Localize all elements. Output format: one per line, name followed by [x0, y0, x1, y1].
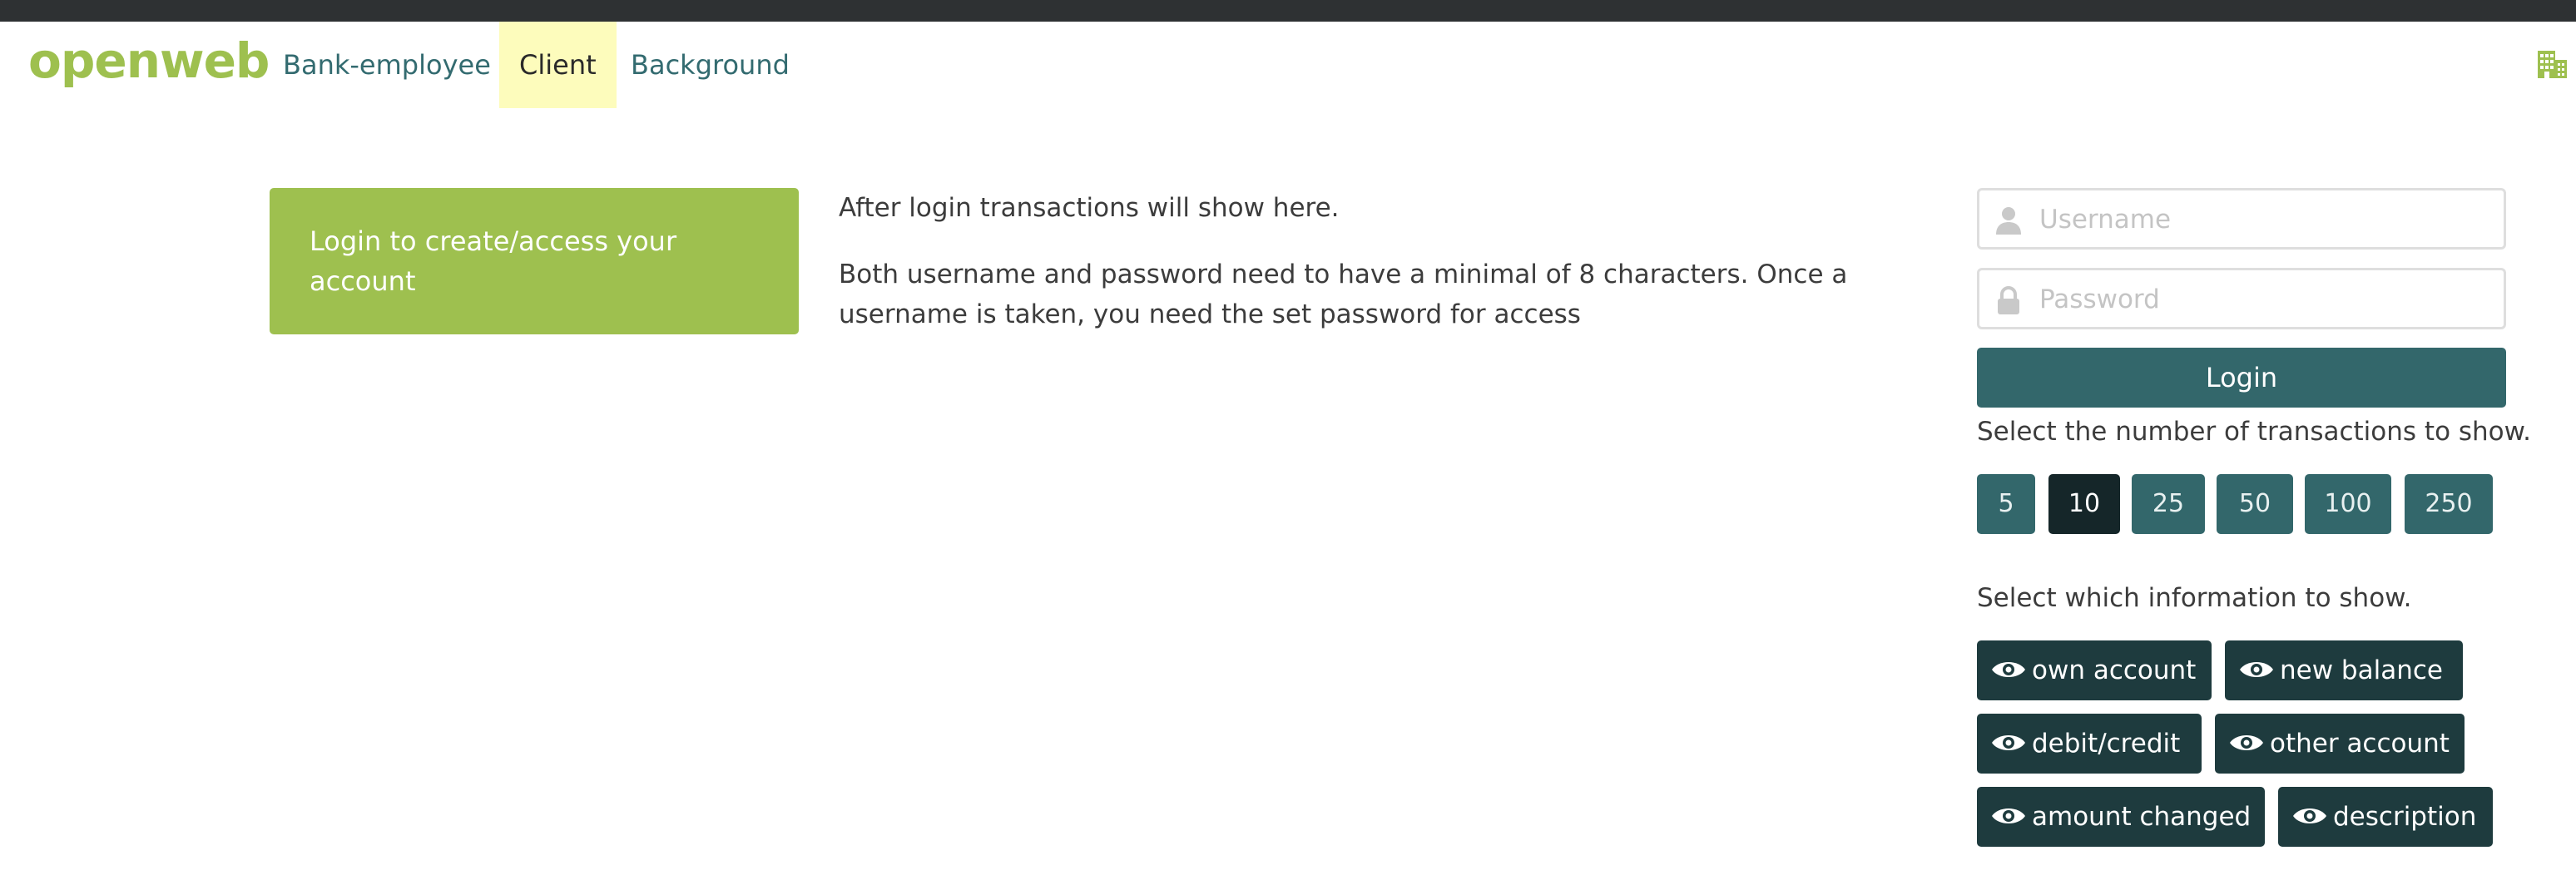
eye-icon: [2230, 734, 2263, 750]
count-option-250[interactable]: 250: [2405, 474, 2493, 534]
toggle-debit-credit-label: debit/credit: [2032, 729, 2181, 759]
toggle-description-label: description: [2333, 802, 2477, 832]
user-icon: [1996, 207, 2021, 235]
transaction-count-label: Select the number of transactions to sho…: [1977, 417, 2532, 447]
browser-top-strip: [0, 0, 2576, 22]
eye-icon: [2293, 808, 2326, 823]
nav-link-background[interactable]: Background: [611, 22, 810, 108]
eye-icon: [1992, 661, 2025, 677]
count-option-5[interactable]: 5: [1977, 474, 2035, 534]
info-paragraph-transactions: After login transactions will show here.: [839, 193, 1340, 223]
login-prompt-card: Login to create/access your account: [270, 188, 799, 334]
toggle-amount-changed-label: amount changed: [2032, 802, 2252, 832]
count-option-50[interactable]: 50: [2217, 474, 2293, 534]
username-input[interactable]: [2038, 197, 2490, 242]
toggle-new-balance-label: new balance: [2280, 655, 2443, 685]
eye-icon: [1992, 808, 2025, 823]
count-option-25[interactable]: 25: [2132, 474, 2205, 534]
toggle-other-account-label: other account: [2270, 729, 2450, 759]
toggle-debit-credit-button[interactable]: debit/credit: [1977, 714, 2202, 774]
username-field[interactable]: [1977, 188, 2506, 250]
toggle-own-account-label: own account: [2032, 655, 2197, 685]
login-prompt-text: Login to create/access your account: [310, 225, 677, 297]
toggle-amount-changed-button[interactable]: amount changed: [1977, 787, 2265, 847]
nav-link-bank-employee[interactable]: Bank-employee: [263, 22, 511, 108]
toggle-new-balance-button[interactable]: new balance: [2225, 640, 2463, 700]
eye-icon: [1992, 734, 2025, 750]
login-button[interactable]: Login: [1977, 348, 2506, 408]
count-option-10[interactable]: 10: [2048, 474, 2120, 534]
password-input[interactable]: [2038, 277, 2490, 322]
navbar: openweb Bank-employee Client Background: [0, 22, 2576, 108]
toggle-other-account-button[interactable]: other account: [2215, 714, 2465, 774]
toggle-description-button[interactable]: description: [2278, 787, 2493, 847]
info-paragraph-credentials: Both username and password need to have …: [839, 260, 1848, 329]
building-icon[interactable]: [2536, 48, 2568, 80]
toggle-own-account-button[interactable]: own account: [1977, 640, 2212, 700]
eye-icon: [2240, 661, 2273, 677]
lock-icon: [1998, 286, 2019, 314]
info-text-block: After login transactions will show here.…: [839, 188, 1937, 361]
nav-link-client[interactable]: Client: [499, 22, 617, 108]
brand-logo[interactable]: openweb: [28, 37, 270, 85]
info-select-label: Select which information to show.: [1977, 583, 2412, 613]
password-field[interactable]: [1977, 268, 2506, 329]
count-option-100[interactable]: 100: [2305, 474, 2391, 534]
